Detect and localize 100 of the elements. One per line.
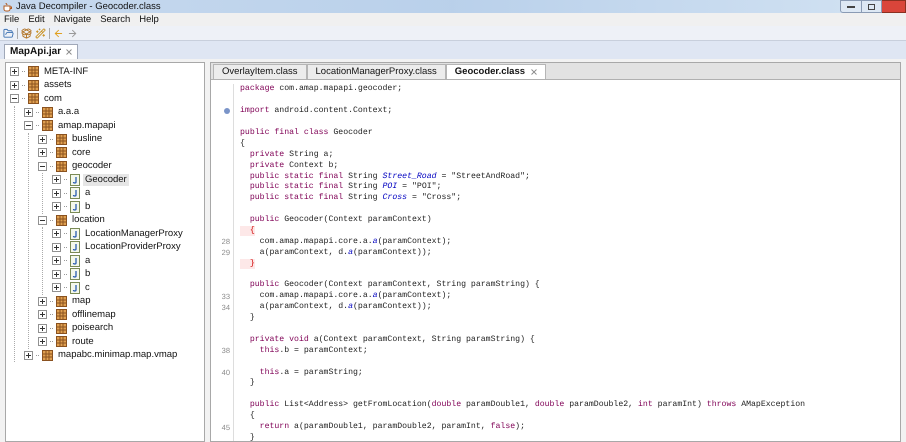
minimize-button[interactable] (840, 0, 862, 13)
code-line: public static final String Street_Road = "StreetAndRoad"; (248, 172, 530, 182)
close-icon[interactable] (531, 69, 538, 75)
package-icon (42, 350, 53, 361)
expand-icon[interactable] (38, 310, 47, 320)
tree-item[interactable]: META-INF (42, 66, 90, 78)
tree-item[interactable]: Geocoder (83, 174, 129, 186)
expand-icon[interactable] (24, 108, 33, 117)
close-icon[interactable] (66, 49, 72, 55)
class-file-icon (70, 268, 80, 280)
expand-icon[interactable] (24, 350, 33, 360)
code-line: public List<Address> getFromLocation(double paramDouble1, double paramDouble2, int paramInt) throws AMapException (248, 400, 806, 410)
code-line: { (248, 411, 255, 422)
editor-tab[interactable]: OverlayItem.class (213, 64, 306, 79)
package-icon (56, 296, 67, 307)
code-line: private Context b; (248, 160, 338, 171)
tree-item[interactable]: assets (42, 79, 74, 92)
tree-item[interactable]: LocationProviderProxy (83, 241, 183, 254)
box-icon[interactable] (21, 28, 32, 38)
file-tab[interactable]: MapApi.jar (4, 44, 78, 59)
expand-icon[interactable] (52, 270, 61, 279)
package-icon (28, 66, 39, 78)
expand-icon[interactable] (52, 202, 61, 212)
collapse-icon[interactable] (38, 162, 47, 171)
package-icon (56, 322, 67, 334)
package-icon (56, 160, 67, 172)
tree-item[interactable]: poisearch (70, 322, 116, 334)
expand-icon[interactable] (52, 242, 61, 252)
tree-item[interactable]: map (70, 295, 92, 308)
expand-icon[interactable] (38, 148, 47, 158)
class-file-icon (70, 200, 80, 213)
editor-tab[interactable]: Geocoder.class (446, 64, 546, 79)
cup-icon (3, 2, 13, 12)
code-line: com.amap.mapapi.core.a.a(paramContext); (258, 236, 452, 247)
code-line: public final class Geocoder (240, 128, 373, 138)
expand-icon[interactable] (52, 283, 61, 292)
tree-item[interactable]: a (83, 187, 92, 200)
tree-item[interactable]: core (70, 146, 92, 159)
menu-item[interactable]: Help (139, 14, 159, 26)
collapse-icon[interactable] (10, 94, 19, 104)
code-line: return a(paramDouble1, paramDouble2, paramInt, false); (258, 422, 525, 432)
menu-item[interactable]: Navigate (54, 14, 92, 26)
expand-icon[interactable] (38, 134, 47, 144)
collapse-icon[interactable] (24, 121, 33, 130)
folder-icon[interactable] (3, 28, 14, 38)
expand-icon[interactable] (10, 67, 19, 76)
class-file-icon (70, 174, 80, 186)
fold-icon[interactable] (224, 108, 230, 114)
tree-item[interactable]: b (83, 200, 92, 213)
code-line: private String a; (248, 150, 334, 160)
collapse-icon[interactable] (38, 216, 47, 225)
tree-item[interactable]: a (83, 254, 92, 267)
tree-item[interactable]: route (70, 336, 96, 348)
window-title: Java Decompiler - Geocoder.class (16, 0, 161, 12)
tree-item[interactable]: busline (70, 133, 104, 146)
class-file-icon (70, 254, 80, 267)
code-line: public static final String Cross = "Cross"; (248, 193, 462, 204)
tree-item[interactable]: b (83, 268, 92, 280)
expand-icon[interactable] (10, 80, 19, 90)
tree-item[interactable]: com (42, 92, 64, 105)
tree-item[interactable]: a.a.a (56, 106, 82, 118)
expand-icon[interactable] (52, 256, 61, 266)
code-line: this.b = paramContext; (258, 346, 368, 356)
class-file-icon (70, 282, 80, 294)
tree-item[interactable]: amap.mapapi (56, 120, 118, 132)
code-line: public Geocoder(Context paramContext) (248, 215, 432, 226)
class-file-icon (70, 228, 80, 240)
menu-item[interactable]: File (4, 14, 20, 26)
tree-item[interactable]: offlinemap (70, 308, 118, 321)
package-icon (28, 93, 39, 104)
code-line: package com.amap.mapapi.geocoder; (240, 84, 402, 94)
editor-tab[interactable]: LocationManagerProxy.class (306, 64, 446, 79)
code-line: { (240, 138, 245, 149)
code-line: import android.content.Context; (240, 106, 392, 116)
expand-icon[interactable] (52, 175, 61, 184)
code-line: } (248, 313, 255, 324)
tree-item[interactable]: geocoder (70, 160, 114, 172)
code-line: com.amap.mapapi.core.a.a(paramContext); (258, 291, 452, 302)
expand-icon[interactable] (38, 337, 47, 346)
tree-item[interactable]: LocationManagerProxy (83, 228, 185, 240)
class-file-icon (70, 187, 80, 200)
class-file-icon (70, 241, 80, 254)
package-icon (56, 134, 67, 145)
code-line: } (248, 432, 255, 441)
maximize-button[interactable] (862, 0, 882, 13)
tree-item[interactable]: mapabc.minimap.map.vmap (56, 349, 180, 362)
tree-item[interactable]: location (70, 214, 107, 226)
package-icon (56, 214, 67, 226)
menu-item[interactable]: Edit (28, 14, 45, 26)
menu-item[interactable]: Search (100, 14, 130, 26)
code-line: this.a = paramString; (258, 368, 363, 378)
expand-icon[interactable] (38, 324, 47, 333)
expand-icon[interactable] (52, 229, 61, 238)
package-icon (42, 120, 53, 132)
package-icon (56, 309, 67, 320)
expand-icon[interactable] (38, 296, 47, 306)
package-icon (28, 80, 39, 91)
expand-icon[interactable] (52, 188, 61, 198)
tree-item[interactable]: c (83, 282, 92, 294)
package-icon (56, 336, 67, 348)
